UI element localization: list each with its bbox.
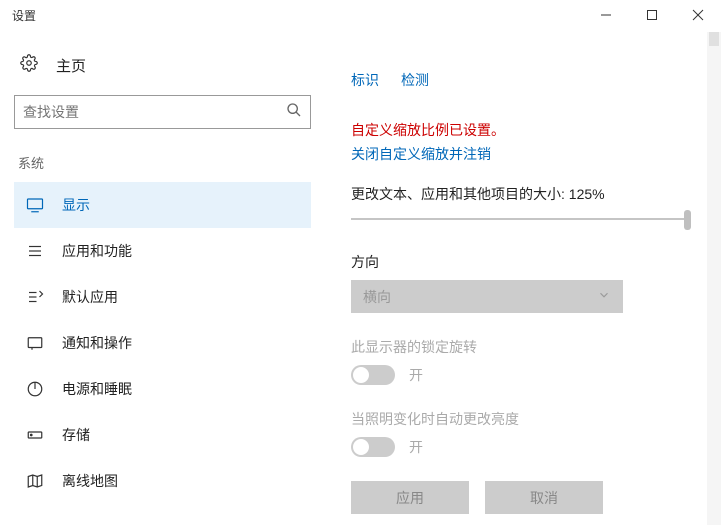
orientation-label: 方向: [351, 252, 691, 272]
orientation-dropdown[interactable]: 横向: [351, 280, 623, 313]
slider-track: [351, 218, 688, 220]
nav-item-label: 通知和操作: [62, 333, 132, 353]
map-icon: [26, 472, 44, 490]
nav-item-notifications[interactable]: 通知和操作: [14, 320, 311, 366]
nav-item-display[interactable]: 显示: [14, 182, 311, 228]
minimize-button[interactable]: [583, 0, 629, 30]
titlebar: 设置: [0, 0, 721, 30]
lock-rotation-toggle[interactable]: [351, 365, 395, 385]
scale-slider[interactable]: [351, 214, 691, 224]
nav-item-label: 应用和功能: [62, 241, 132, 261]
auto-brightness-toggle[interactable]: [351, 437, 395, 457]
search-icon: [286, 102, 302, 123]
cancel-button[interactable]: 取消: [485, 481, 603, 514]
nav-item-label: 离线地图: [62, 471, 118, 491]
nav-item-label: 存储: [62, 425, 90, 445]
home-link[interactable]: 主页: [14, 44, 311, 95]
custom-scale-warning: 自定义缩放比例已设置。: [351, 120, 691, 140]
slider-thumb[interactable]: [684, 210, 691, 230]
storage-icon: [26, 426, 44, 444]
nav-item-label: 默认应用: [62, 287, 118, 307]
toggle-knob: [353, 439, 369, 455]
identify-link[interactable]: 标识: [351, 70, 379, 90]
window-title: 设置: [12, 7, 36, 24]
nav-item-label: 电源和睡眠: [62, 379, 132, 399]
notifications-icon: [26, 334, 44, 352]
scrollbar[interactable]: [707, 32, 721, 525]
orientation-value: 横向: [363, 287, 391, 307]
nav-item-power[interactable]: 电源和睡眠: [14, 366, 311, 412]
default-apps-icon: [26, 288, 44, 306]
nav-item-storage[interactable]: 存储: [14, 412, 311, 458]
apps-icon: [26, 242, 44, 260]
toggle-knob: [353, 367, 369, 383]
apply-button[interactable]: 应用: [351, 481, 469, 514]
nav-item-label: 显示: [62, 195, 90, 215]
maximize-button[interactable]: [629, 0, 675, 30]
home-label: 主页: [56, 55, 86, 76]
lock-rotation-state: 开: [409, 365, 423, 385]
disable-custom-scale-link[interactable]: 关闭自定义缩放并注销: [351, 144, 691, 164]
scale-label: 更改文本、应用和其他项目的大小: 125%: [351, 184, 691, 204]
search-box[interactable]: [14, 95, 311, 129]
nav-item-apps[interactable]: 应用和功能: [14, 228, 311, 274]
section-label: 系统: [18, 153, 307, 172]
nav-item-offline-maps[interactable]: 离线地图: [14, 458, 311, 504]
auto-brightness-label: 当照明变化时自动更改亮度: [351, 409, 691, 429]
lock-rotation-label: 此显示器的锁定旋转: [351, 337, 691, 357]
search-input[interactable]: [23, 104, 286, 120]
detect-link[interactable]: 检测: [401, 70, 429, 90]
power-icon: [26, 380, 44, 398]
chevron-down-icon: [597, 288, 611, 305]
gear-icon: [20, 54, 38, 77]
nav-list: 显示 应用和功能 默认应用: [14, 182, 311, 504]
auto-brightness-state: 开: [409, 437, 423, 457]
close-button[interactable]: [675, 0, 721, 30]
sidebar: 主页 系统 显示: [0, 30, 325, 525]
content-pane: 标识 检测 自定义缩放比例已设置。 关闭自定义缩放并注销 更改文本、应用和其他项…: [325, 30, 721, 525]
nav-item-default-apps[interactable]: 默认应用: [14, 274, 311, 320]
scroll-thumb[interactable]: [709, 32, 719, 46]
display-icon: [26, 196, 44, 214]
